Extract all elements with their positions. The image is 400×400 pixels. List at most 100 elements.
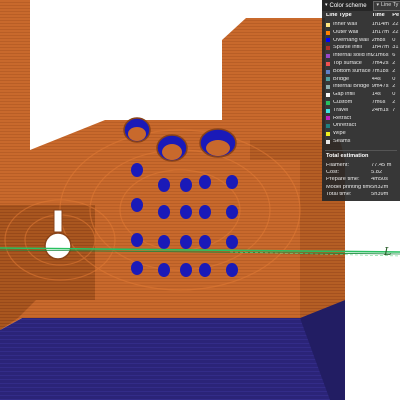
legend-row-label: Custom bbox=[333, 100, 353, 106]
legend-row-label: Sparse infill bbox=[333, 45, 362, 51]
legend-row-name: Bridge bbox=[326, 77, 372, 83]
legend-row-name: Top surface bbox=[326, 61, 372, 67]
legend-row-percent: 22 bbox=[392, 29, 399, 35]
color-swatch-icon bbox=[326, 38, 330, 43]
legend-row-percent: 7 bbox=[392, 107, 396, 113]
legend-row[interactable]: Custom 7m6s 2 bbox=[322, 99, 400, 107]
legend-row-time: 2m8s bbox=[371, 37, 386, 43]
legend-row-percent: 2 bbox=[392, 100, 396, 106]
legend-row-percent: 0 bbox=[392, 76, 396, 82]
legend-row-time: 1h47m bbox=[371, 45, 389, 51]
legend-row-time: 44s bbox=[371, 76, 381, 82]
legend-title: Color scheme bbox=[329, 2, 367, 9]
legend-row-name: Overhang wall bbox=[326, 38, 372, 44]
legend-column-headers: Line Type Time Pe bbox=[322, 11, 400, 21]
legend-row-time: 7m6s bbox=[371, 100, 386, 106]
legend-row-label: Overhang wall bbox=[333, 37, 369, 43]
legend-row[interactable]: Seams bbox=[322, 138, 400, 146]
color-swatch-icon bbox=[326, 124, 330, 129]
legend-row[interactable]: Wipe bbox=[322, 130, 400, 138]
legend-row-name: Inner wall bbox=[326, 22, 372, 28]
color-swatch-icon bbox=[326, 77, 330, 82]
legend-row-time: 9m47s bbox=[371, 84, 389, 90]
legend-row-label: Outer wall bbox=[333, 29, 359, 35]
legend-row-percent: 0 bbox=[392, 92, 396, 98]
viewport-label: L bbox=[384, 245, 392, 258]
legend-row[interactable]: Unretract bbox=[322, 122, 400, 130]
legend-row[interactable]: Gap infill 14s 0 bbox=[322, 91, 400, 99]
legend-row-percent: 0 bbox=[392, 37, 396, 43]
column-header-time: Time bbox=[371, 13, 385, 19]
legend-row-percent: 6 bbox=[392, 53, 396, 59]
legend-row[interactable]: Bottom surface 7m18s 2 bbox=[322, 68, 400, 76]
column-header-percent: Pe bbox=[392, 13, 400, 19]
legend-row[interactable]: Outer wall 1h17m 22 bbox=[322, 29, 400, 37]
view-type-select[interactable]: ▾ Line Ty bbox=[372, 0, 400, 11]
legend-row-label: Retract bbox=[333, 115, 352, 121]
legend-row[interactable]: Travel 24m1s 7 bbox=[322, 107, 400, 115]
legend-row-name: Gap infill bbox=[326, 92, 372, 98]
color-swatch-icon bbox=[326, 116, 330, 121]
legend-row[interactable]: Top surface 7m42s 2 bbox=[322, 60, 400, 68]
legend-row-name: Internal Bridge bbox=[326, 84, 372, 90]
legend-row-label: Internal Bridge bbox=[333, 84, 370, 90]
legend-row-name: Unretract bbox=[326, 123, 372, 129]
legend-row[interactable]: Inner wall 1h14m 22 bbox=[322, 21, 400, 29]
legend-row-percent: 2 bbox=[392, 68, 396, 74]
legend-header[interactable]: ▾ Color scheme ▾ Line Ty bbox=[322, 0, 400, 11]
legend-row-label: Top surface bbox=[333, 61, 362, 67]
legend-row-time: 24m1s bbox=[371, 107, 389, 113]
legend-row-name: Internal solid infill bbox=[326, 53, 372, 59]
color-swatch-icon bbox=[326, 22, 330, 27]
legend-row[interactable]: Overhang wall 2m8s 0 bbox=[322, 37, 400, 45]
view-type-select-value: Line Ty bbox=[381, 1, 399, 8]
legend-row-label: Inner wall bbox=[333, 22, 357, 28]
legend-row-time: 7m18s bbox=[371, 68, 389, 74]
legend-row-label: Wipe bbox=[333, 131, 346, 137]
estimation-value: 77.45 m bbox=[371, 162, 392, 168]
estimation-row: Cost: 5.82 bbox=[322, 169, 400, 176]
legend-row-label: Travel bbox=[333, 107, 349, 113]
color-swatch-icon bbox=[326, 85, 330, 90]
estimation-label: Prepare time: bbox=[326, 177, 360, 183]
legend-row-time: 1h14m bbox=[371, 22, 389, 28]
estimation-label: Filament: bbox=[326, 162, 350, 168]
column-header-line-type: Line Type bbox=[326, 13, 352, 19]
legend-row-percent: 2 bbox=[392, 84, 396, 90]
legend-row-name: Sparse infill bbox=[326, 45, 372, 51]
color-swatch-icon bbox=[326, 139, 330, 144]
legend-divider bbox=[325, 149, 397, 151]
estimation-row: Prepare time: 4m50s bbox=[322, 177, 400, 184]
legend-row[interactable]: Bridge 44s 0 bbox=[322, 76, 400, 84]
legend-row-name: Wipe bbox=[326, 131, 372, 137]
estimation-label: Total time: bbox=[326, 192, 352, 198]
legend-row-name: Retract bbox=[326, 116, 372, 122]
color-swatch-icon bbox=[326, 108, 330, 113]
color-swatch-icon bbox=[326, 69, 330, 74]
chevron-down-icon: ▾ bbox=[376, 2, 380, 8]
legend-row-percent: 22 bbox=[392, 22, 399, 28]
color-swatch-icon bbox=[326, 54, 330, 59]
color-swatch-icon bbox=[326, 46, 330, 51]
color-swatch-icon bbox=[326, 61, 330, 66]
collapse-triangle-icon[interactable]: ▾ bbox=[325, 3, 328, 8]
legend-row-label: Bridge bbox=[333, 76, 350, 82]
legend-row[interactable]: Internal Bridge 9m47s 2 bbox=[322, 83, 400, 91]
legend-row-name: Bottom surface bbox=[326, 69, 372, 75]
legend-panel[interactable]: ▾ Color scheme ▾ Line Ty Line Type Time … bbox=[322, 0, 400, 201]
legend-row[interactable]: Retract bbox=[322, 115, 400, 123]
estimation-value: 5h39m bbox=[371, 192, 389, 198]
legend-row-label: Gap infill bbox=[333, 92, 355, 98]
color-swatch-icon bbox=[326, 30, 330, 35]
color-swatch-icon bbox=[326, 132, 330, 137]
estimation-row: Total time: 5h39m bbox=[322, 191, 400, 198]
legend-row[interactable]: Internal solid infill 21m6s 6 bbox=[322, 52, 400, 60]
legend-row-time: 21m6s bbox=[371, 53, 389, 59]
legend-row-name: Outer wall bbox=[326, 30, 372, 36]
estimation-value: 5.82 bbox=[371, 170, 383, 176]
legend-row-percent: 31 bbox=[392, 45, 399, 51]
estimation-list: Filament: 77.45 m Cost: 5.82 Prepare time: 4m… bbox=[322, 162, 400, 199]
legend-row-label: Unretract bbox=[333, 123, 357, 129]
legend-row[interactable]: Sparse infill 1h47m 31 bbox=[322, 44, 400, 52]
estimation-value: 5h32m bbox=[371, 184, 389, 190]
